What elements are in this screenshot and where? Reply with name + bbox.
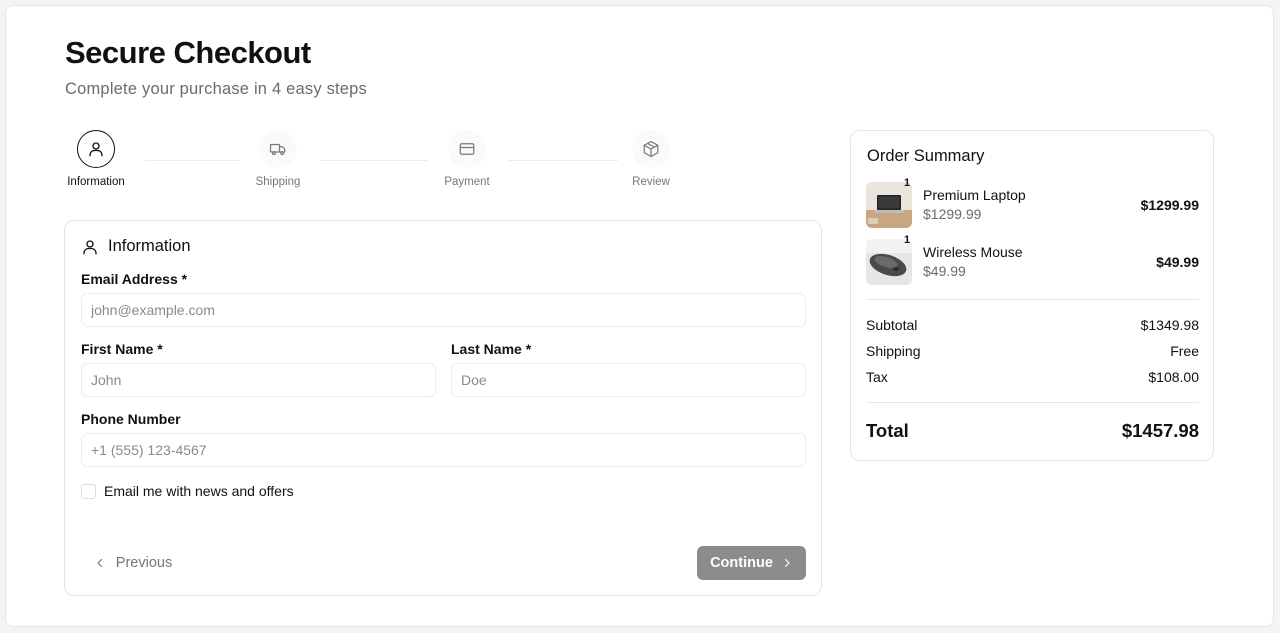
first-name-label: First Name * bbox=[81, 341, 163, 357]
step-connector bbox=[145, 160, 240, 161]
step-shipping-label: Shipping bbox=[255, 176, 301, 188]
form-heading: Information bbox=[81, 237, 191, 256]
step-shipping[interactable]: Shipping bbox=[238, 130, 318, 188]
page-title: Secure Checkout bbox=[65, 35, 311, 70]
newsletter-checkbox[interactable] bbox=[81, 483, 96, 499]
user-icon bbox=[83, 239, 97, 254]
information-form: Information Email Address * First Name *… bbox=[64, 220, 822, 596]
last-name-field[interactable] bbox=[451, 363, 806, 397]
step-information-circle bbox=[77, 130, 115, 168]
chevron-right-icon bbox=[784, 558, 790, 568]
tax-row: Tax $108.00 bbox=[866, 369, 1199, 385]
total-label: Total bbox=[866, 420, 909, 441]
total-row: Total $1457.98 bbox=[866, 420, 1199, 442]
newsletter-label: Email me with news and offers bbox=[104, 483, 294, 499]
item-unit-price: $49.99 bbox=[923, 263, 966, 279]
email-label: Email Address * bbox=[81, 271, 188, 287]
tax-label: Tax bbox=[866, 369, 888, 385]
step-information-label: Information bbox=[67, 176, 125, 188]
previous-button[interactable]: Previous bbox=[81, 546, 185, 580]
newsletter-option[interactable]: Email me with news and offers bbox=[81, 483, 294, 499]
step-connector bbox=[508, 160, 618, 161]
form-heading-text: Information bbox=[108, 237, 191, 255]
user-icon bbox=[89, 142, 103, 157]
item-total-price: $49.99 bbox=[1156, 254, 1199, 270]
step-review-circle bbox=[632, 130, 670, 168]
step-payment-circle bbox=[448, 130, 486, 168]
subtotal-row: Subtotal $1349.98 bbox=[866, 317, 1199, 333]
step-review-label: Review bbox=[632, 176, 670, 188]
order-summary: Order Summary 1 Premium Laptop $1299.99 … bbox=[850, 130, 1214, 461]
subtotal-label: Subtotal bbox=[866, 317, 918, 333]
step-payment[interactable]: Payment bbox=[427, 130, 507, 188]
first-name-field[interactable] bbox=[81, 363, 436, 397]
shipping-value: Free bbox=[1170, 343, 1199, 359]
subtotal-value: $1349.98 bbox=[1140, 317, 1199, 333]
step-payment-label: Payment bbox=[444, 176, 490, 188]
item-name: Wireless Mouse bbox=[923, 244, 1023, 260]
package-icon bbox=[643, 140, 659, 158]
total-value: $1457.98 bbox=[1121, 420, 1199, 441]
chevron-left-icon bbox=[97, 558, 102, 568]
step-review[interactable]: Review bbox=[611, 130, 691, 188]
tax-value: $108.00 bbox=[1148, 369, 1199, 385]
order-item: 1 Wireless Mouse $49.99 $49.99 bbox=[866, 234, 1199, 285]
continue-button-label: Continue bbox=[710, 555, 773, 571]
item-name: Premium Laptop bbox=[923, 187, 1026, 203]
step-information[interactable]: Information bbox=[56, 130, 136, 188]
step-shipping-circle bbox=[259, 130, 297, 168]
order-summary-title: Order Summary bbox=[867, 147, 985, 165]
item-quantity-badge: 1 bbox=[904, 234, 911, 246]
summary-divider bbox=[866, 299, 1199, 300]
last-name-label: Last Name * bbox=[451, 341, 532, 357]
previous-button-label: Previous bbox=[115, 555, 173, 571]
shipping-row: Shipping Free bbox=[866, 343, 1199, 359]
truck-icon bbox=[269, 143, 286, 156]
item-total-price: $1299.99 bbox=[1140, 197, 1199, 213]
phone-label: Phone Number bbox=[81, 411, 181, 427]
shipping-label: Shipping bbox=[866, 343, 921, 359]
item-quantity-badge: 1 bbox=[904, 177, 911, 189]
order-item: 1 Premium Laptop $1299.99 $1299.99 bbox=[866, 177, 1199, 228]
email-field[interactable] bbox=[81, 293, 806, 327]
phone-field[interactable] bbox=[81, 433, 806, 467]
page-subtitle: Complete your purchase in 4 easy steps bbox=[65, 80, 368, 98]
summary-divider bbox=[866, 402, 1199, 403]
step-connector bbox=[320, 160, 428, 161]
continue-button[interactable]: Continue bbox=[697, 546, 806, 580]
credit-card-icon bbox=[459, 143, 475, 155]
item-unit-price: $1299.99 bbox=[923, 206, 982, 222]
